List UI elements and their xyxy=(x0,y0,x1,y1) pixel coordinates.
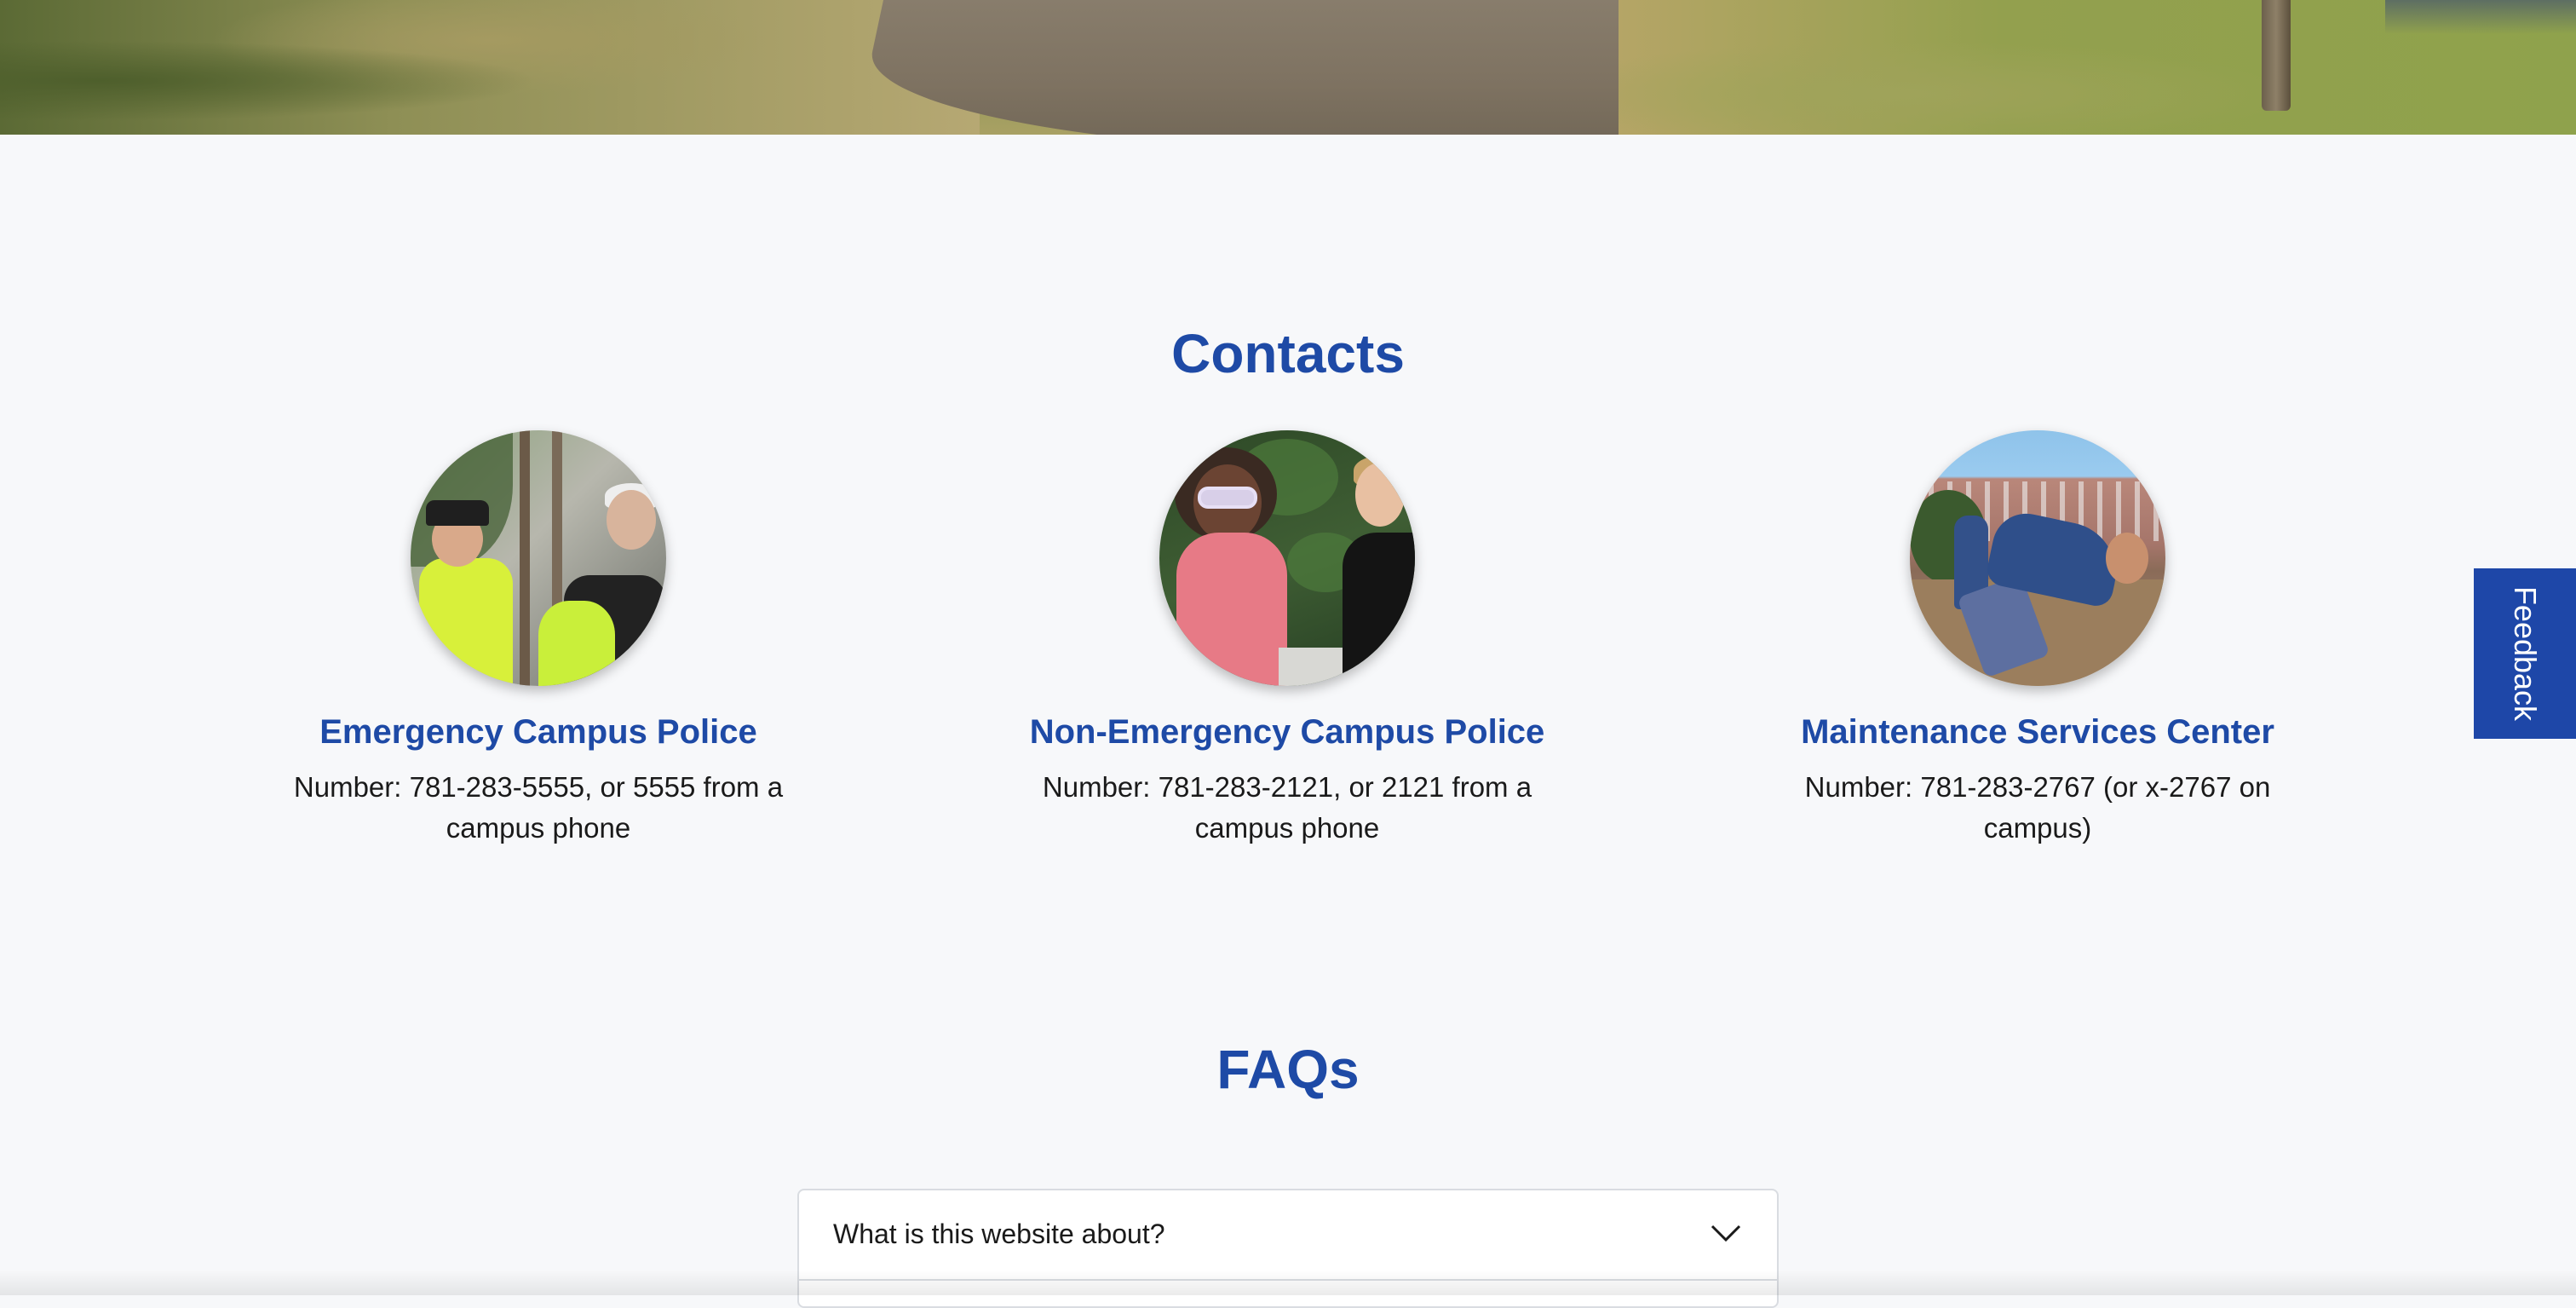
faqs-heading: FAQs xyxy=(1216,1039,1360,1100)
non-emergency-police-photo xyxy=(1159,430,1415,686)
faq-question: What is this website about? xyxy=(833,1219,1165,1249)
contact-name[interactable]: Non-Emergency Campus Police xyxy=(1023,713,1551,752)
contact-number: Number: 781-283-2767 (or x-2767 on campu… xyxy=(1804,771,2271,844)
viewport-bottom-shadow xyxy=(0,1270,2576,1295)
contact-card-non-emergency-police: Non-Emergency Campus Police Number: 781-… xyxy=(1023,430,1551,849)
hero-banner-image xyxy=(0,0,2576,135)
emergency-police-photo xyxy=(411,430,666,686)
chevron-down-icon xyxy=(1711,1224,1741,1242)
contact-name[interactable]: Emergency Campus Police xyxy=(274,713,802,752)
hero-tree-trunk xyxy=(2262,0,2291,111)
contacts-heading: Contacts xyxy=(1171,323,1405,384)
contact-name[interactable]: Maintenance Services Center xyxy=(1774,713,2302,752)
faq-item[interactable]: What is this website about? xyxy=(799,1190,1777,1281)
maintenance-photo xyxy=(1910,430,2165,686)
hero-grass-left xyxy=(0,0,980,135)
contact-number: Number: 781-283-2121, or 2121 from a cam… xyxy=(1042,771,1532,844)
contact-number: Number: 781-283-5555, or 5555 from a cam… xyxy=(293,771,784,844)
contact-card-emergency-police: Emergency Campus Police Number: 781-283-… xyxy=(274,430,802,849)
contact-card-maintenance: Maintenance Services Center Number: 781-… xyxy=(1774,430,2302,849)
feedback-button[interactable]: Feedback xyxy=(2474,568,2576,739)
hero-shade xyxy=(2385,0,2576,34)
feedback-label: Feedback xyxy=(2508,585,2543,722)
